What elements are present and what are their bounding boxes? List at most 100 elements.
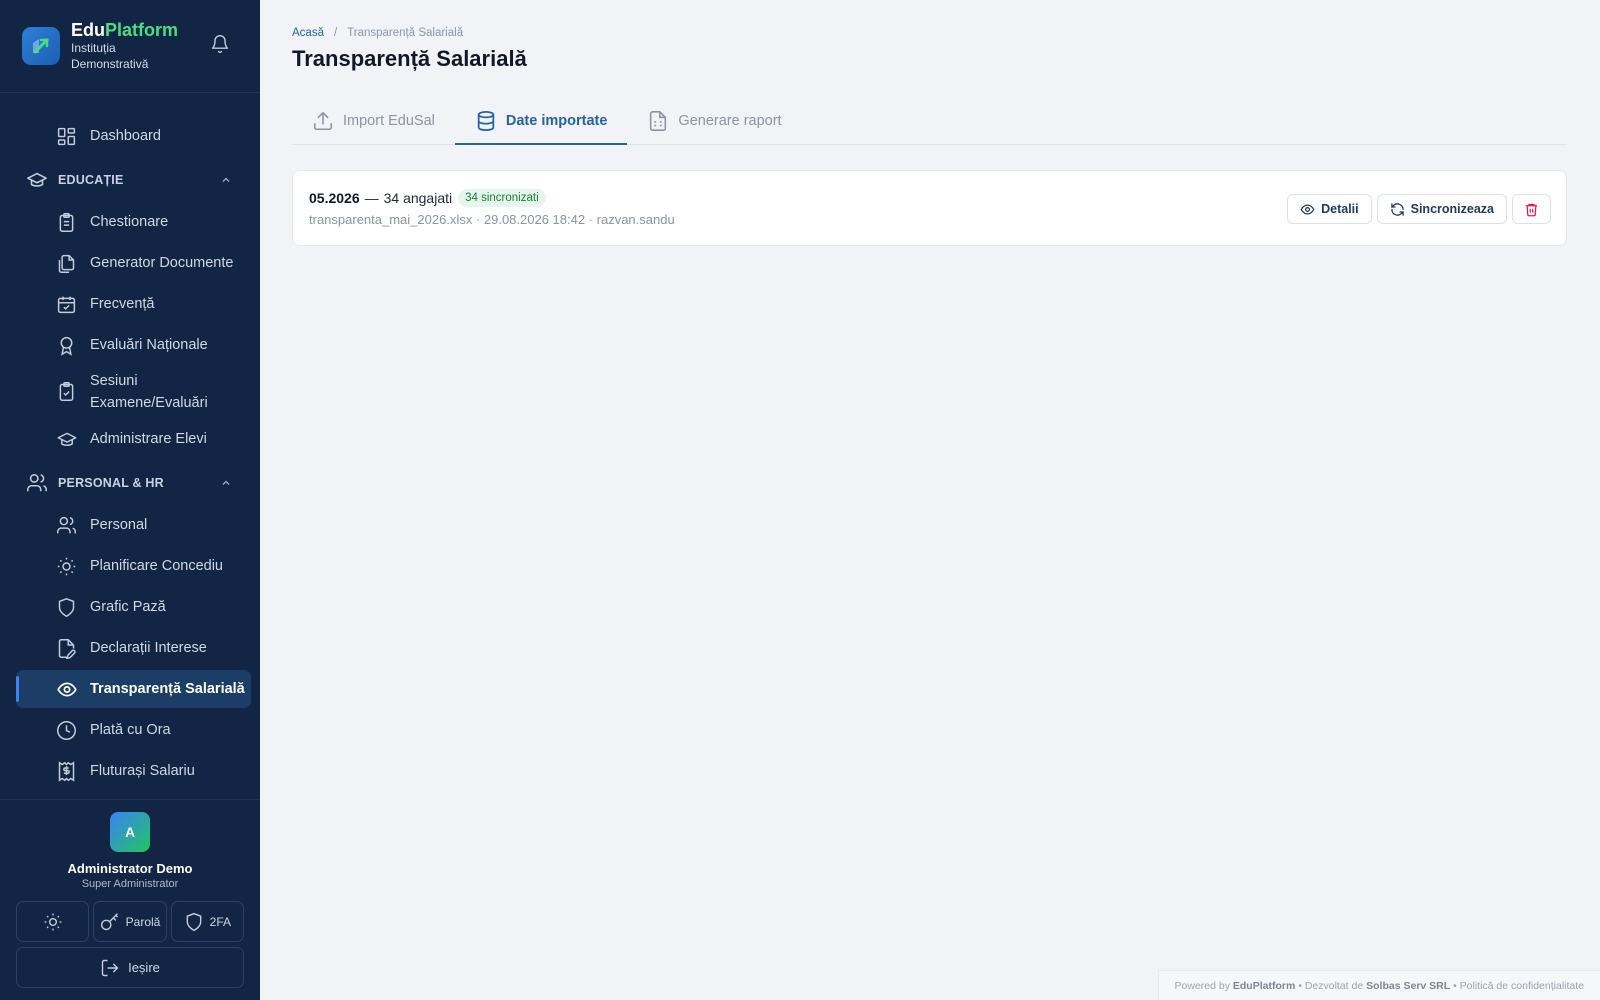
twofa-label: 2FA <box>209 914 231 929</box>
sidebar-item-label: Planificare Concediu <box>90 558 223 574</box>
shield-icon <box>186 912 202 931</box>
avatar[interactable]: A <box>110 812 150 852</box>
footer-company: Solbas Serv SRL <box>1366 979 1451 992</box>
user-role: Super Administrator <box>81 878 179 890</box>
clipboard-check-icon <box>59 382 74 401</box>
database-icon <box>477 110 495 131</box>
footer-dev: • Dezvoltat de <box>1298 979 1364 992</box>
sidebar-item-payslips[interactable]: Fluturași Salariu <box>16 752 251 790</box>
import-dash: — <box>364 190 379 206</box>
sidebar-item-attendance[interactable]: Frecvență <box>16 285 251 323</box>
key-icon <box>100 912 118 930</box>
sidebar-item-label: Plată cu Ora <box>90 722 171 738</box>
sidebar-item-label: Fluturași Salariu <box>90 763 195 779</box>
logout-label: Ieșire <box>128 960 160 975</box>
calendar-check-icon <box>57 296 76 314</box>
import-record-card: 05.2026 — 34 angajati 34 sincronizati tr… <box>292 170 1567 246</box>
section-label: EDUCAȚIE <box>58 173 124 187</box>
brand-header: EduPlatform Instituția Demonstrativă <box>0 0 260 93</box>
sidebar-item-leave-planning[interactable]: Planificare Concediu <box>16 547 251 585</box>
app-logo <box>22 27 60 65</box>
trash-icon <box>1525 203 1538 216</box>
upload-icon <box>313 111 333 130</box>
tab-label: Generare raport <box>678 112 782 129</box>
sidebar-item-label: Frecvență <box>90 296 155 312</box>
breadcrumb-current: Transparență Salarială <box>347 27 464 39</box>
chevron-up-icon <box>222 177 230 182</box>
receipt-icon <box>58 761 75 782</box>
logout-icon <box>101 959 119 976</box>
details-button[interactable]: Detalii <box>1287 194 1372 224</box>
section-hr[interactable]: PERSONAL & HR <box>0 462 260 504</box>
details-label: Detalii <box>1321 202 1359 216</box>
file-report-icon <box>650 110 667 131</box>
breadcrumb-separator: / <box>333 27 338 39</box>
section-education[interactable]: EDUCAȚIE <box>0 159 260 201</box>
sidebar-item-label: Personal <box>90 517 148 533</box>
sync-button[interactable]: Sincronizeaza <box>1376 194 1507 224</box>
sidebar-item-student-admin[interactable]: Administrare Elevi <box>16 420 251 458</box>
sidebar-item-document-generator[interactable]: Generator Documente <box>16 244 251 282</box>
logout-button[interactable]: Ieșire <box>16 947 244 988</box>
sidebar-item-label: Sesiuni Examene/Evaluări <box>90 373 208 411</box>
refresh-icon <box>1390 202 1404 216</box>
sidebar-item-label: Declarații Interese <box>90 640 207 656</box>
status-badge: 34 sincronizati <box>458 189 546 207</box>
user-panel: A Administrator Demo Super Administrator… <box>0 799 260 1000</box>
sidebar-item-label: Dashboard <box>90 128 161 144</box>
sidebar-item-label: Transparență Salarială <box>90 681 245 697</box>
sidebar: EduPlatform Instituția Demonstrativă Dash… <box>0 0 260 1000</box>
footer-powered: Powered by <box>1174 979 1230 992</box>
sidebar-item-label: Administrare Elevi <box>90 431 207 447</box>
footer-platform: EduPlatform <box>1232 979 1296 992</box>
theme-toggle-button[interactable] <box>16 901 90 942</box>
main-content: Acasă / Transparență Salarială Transpare… <box>260 0 1600 1000</box>
sidebar-item-hourly-pay[interactable]: Plată cu Ora <box>16 711 251 749</box>
sidebar-item-national-evaluations[interactable]: Evaluări Naționale <box>16 326 251 364</box>
tab-label: Import EduSal <box>343 112 435 129</box>
sidebar-item-guard-schedule[interactable]: Grafic Pază <box>16 588 251 626</box>
sync-label: Sincronizeaza <box>1410 202 1494 216</box>
sidebar-item-interest-declarations[interactable]: Declarații Interese <box>16 629 251 667</box>
sidebar-item-label: Generator Documente <box>90 255 234 271</box>
clock-icon <box>57 721 76 740</box>
chevron-up-icon <box>222 480 230 485</box>
breadcrumb: Acasă / Transparență Salarială <box>292 27 1567 39</box>
sidebar-item-staff[interactable]: Personal <box>16 506 251 544</box>
tab-imported-data[interactable]: Date importate <box>454 97 628 145</box>
app-name: EduPlatform <box>71 20 179 40</box>
award-icon <box>60 336 73 356</box>
eye-icon <box>1300 203 1315 215</box>
clipboard-list-icon <box>59 213 74 232</box>
bell-icon[interactable] <box>210 34 230 59</box>
graduation-cap-icon <box>57 432 77 446</box>
password-label: Parolă <box>125 914 161 929</box>
sidebar-item-salary-transparency[interactable]: Transparență Salarială <box>16 670 251 708</box>
twofa-button[interactable]: 2FA <box>170 901 244 942</box>
sidebar-item-label: Grafic Pază <box>90 599 166 615</box>
sun-icon <box>44 913 61 930</box>
graduation-cap-icon <box>27 172 47 187</box>
user-name: Administrator Demo <box>67 861 193 876</box>
eye-icon <box>57 682 77 697</box>
sidebar-item-label: Evaluări Naționale <box>90 337 208 353</box>
institution-name: Instituția Demonstrativă <box>71 41 149 71</box>
tab-bar: Import EduSal Date importate Generare ra… <box>292 97 1567 145</box>
page-title: Transparență Salarială <box>292 46 527 71</box>
breadcrumb-home-link[interactable]: Acasă <box>292 27 324 39</box>
import-meta: transparenta_mai_2026.xlsx · 29.08.2026 … <box>309 212 675 227</box>
password-button[interactable]: Parolă <box>93 901 167 942</box>
sun-icon <box>57 557 76 576</box>
sidebar-item-dashboard[interactable]: Dashboard <box>16 117 251 155</box>
tab-import-edusal[interactable]: Import EduSal <box>292 97 455 144</box>
privacy-policy-link[interactable]: • Politică de confidențialitate <box>1453 980 1584 992</box>
employee-count: 34 angajati <box>383 190 453 206</box>
sidebar-item-label: Chestionare <box>90 214 169 230</box>
sidebar-item-exam-sessions[interactable]: Sesiuni Examene/Evaluări <box>16 367 251 417</box>
delete-button[interactable] <box>1512 194 1551 224</box>
tab-generate-report[interactable]: Generare raport <box>627 97 801 144</box>
footer: Powered by EduPlatform • Dezvoltat de So… <box>1157 970 1600 1000</box>
shield-icon <box>58 597 75 618</box>
sidebar-item-questionnaires[interactable]: Chestionare <box>16 203 251 241</box>
dashboard-icon <box>57 127 76 146</box>
